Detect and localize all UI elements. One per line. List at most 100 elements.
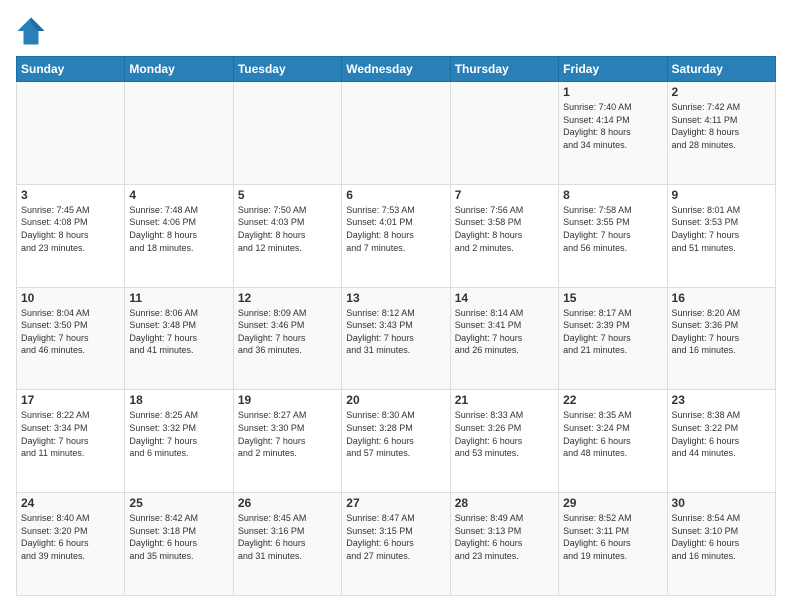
day-info: Sunrise: 7:53 AM Sunset: 4:01 PM Dayligh… [346, 204, 445, 254]
day-number: 25 [129, 496, 228, 510]
calendar-cell: 20 Sunrise: 8:30 AM Sunset: 3:28 PM Dayli… [342, 390, 450, 493]
calendar-week-2: 3Sunrise: 7:45 AM Sunset: 4:08 PM Daylig… [17, 184, 776, 287]
calendar-cell: 19 Sunrise: 8:27 AM Sunset: 3:30 PM Dayli… [233, 390, 341, 493]
day-info: Sunrise: 8:25 AM Sunset: 3:32 PM Dayligh… [129, 409, 228, 459]
day-number: 3 [21, 188, 120, 202]
day-number: 1 [563, 85, 662, 99]
day-info: Sunrise: 8:27 AM Sunset: 3:30 PM Dayligh… [238, 409, 337, 459]
day-info: Sunrise: 8:47 AM Sunset: 3:15 PM Dayligh… [346, 512, 445, 562]
day-number: 19 [238, 393, 337, 407]
calendar-cell: 1Sunrise: 7:40 AM Sunset: 4:14 PM Daylig… [559, 82, 667, 185]
day-number: 27 [346, 496, 445, 510]
day-info: Sunrise: 8:33 AM Sunset: 3:26 PM Dayligh… [455, 409, 554, 459]
day-number: 28 [455, 496, 554, 510]
calendar-cell: 23 Sunrise: 8:38 AM Sunset: 3:22 PM Dayli… [667, 390, 775, 493]
day-info: Sunrise: 8:30 AM Sunset: 3:28 PM Dayligh… [346, 409, 445, 459]
day-number: 16 [672, 291, 771, 305]
calendar-cell: 17 Sunrise: 8:22 AM Sunset: 3:34 PM Dayli… [17, 390, 125, 493]
day-info: Sunrise: 8:09 AM Sunset: 3:46 PM Dayligh… [238, 307, 337, 357]
calendar-week-1: 1Sunrise: 7:40 AM Sunset: 4:14 PM Daylig… [17, 82, 776, 185]
day-number: 22 [563, 393, 662, 407]
day-number: 30 [672, 496, 771, 510]
day-info: Sunrise: 8:01 AM Sunset: 3:53 PM Dayligh… [672, 204, 771, 254]
day-number: 2 [672, 85, 771, 99]
calendar-cell: 6 Sunrise: 7:53 AM Sunset: 4:01 PM Daylig… [342, 184, 450, 287]
calendar-cell: 3Sunrise: 7:45 AM Sunset: 4:08 PM Daylig… [17, 184, 125, 287]
calendar-header-monday: Monday [125, 57, 233, 82]
logo [16, 16, 50, 46]
day-number: 23 [672, 393, 771, 407]
header [16, 16, 776, 46]
day-info: Sunrise: 8:06 AM Sunset: 3:48 PM Dayligh… [129, 307, 228, 357]
calendar-cell: 18 Sunrise: 8:25 AM Sunset: 3:32 PM Dayli… [125, 390, 233, 493]
day-number: 21 [455, 393, 554, 407]
calendar-cell: 7 Sunrise: 7:56 AM Sunset: 3:58 PM Daylig… [450, 184, 558, 287]
day-info: Sunrise: 8:04 AM Sunset: 3:50 PM Dayligh… [21, 307, 120, 357]
calendar-table: SundayMondayTuesdayWednesdayThursdayFrid… [16, 56, 776, 596]
day-number: 18 [129, 393, 228, 407]
day-info: Sunrise: 8:49 AM Sunset: 3:13 PM Dayligh… [455, 512, 554, 562]
day-info: Sunrise: 8:54 AM Sunset: 3:10 PM Dayligh… [672, 512, 771, 562]
calendar-cell: 10Sunrise: 8:04 AM Sunset: 3:50 PM Dayli… [17, 287, 125, 390]
day-info: Sunrise: 7:56 AM Sunset: 3:58 PM Dayligh… [455, 204, 554, 254]
page: SundayMondayTuesdayWednesdayThursdayFrid… [0, 0, 792, 612]
day-number: 20 [346, 393, 445, 407]
calendar-cell [342, 82, 450, 185]
day-info: Sunrise: 8:45 AM Sunset: 3:16 PM Dayligh… [238, 512, 337, 562]
day-info: Sunrise: 7:48 AM Sunset: 4:06 PM Dayligh… [129, 204, 228, 254]
calendar-cell: 16 Sunrise: 8:20 AM Sunset: 3:36 PM Dayli… [667, 287, 775, 390]
calendar-header-saturday: Saturday [667, 57, 775, 82]
day-info: Sunrise: 8:42 AM Sunset: 3:18 PM Dayligh… [129, 512, 228, 562]
calendar-header-thursday: Thursday [450, 57, 558, 82]
calendar-header-row: SundayMondayTuesdayWednesdayThursdayFrid… [17, 57, 776, 82]
calendar-cell: 11 Sunrise: 8:06 AM Sunset: 3:48 PM Dayli… [125, 287, 233, 390]
calendar-cell: 12 Sunrise: 8:09 AM Sunset: 3:46 PM Dayli… [233, 287, 341, 390]
day-number: 4 [129, 188, 228, 202]
calendar-header-sunday: Sunday [17, 57, 125, 82]
calendar-cell: 5 Sunrise: 7:50 AM Sunset: 4:03 PM Daylig… [233, 184, 341, 287]
day-number: 24 [21, 496, 120, 510]
day-info: Sunrise: 8:52 AM Sunset: 3:11 PM Dayligh… [563, 512, 662, 562]
day-info: Sunrise: 8:14 AM Sunset: 3:41 PM Dayligh… [455, 307, 554, 357]
day-number: 8 [563, 188, 662, 202]
day-number: 7 [455, 188, 554, 202]
day-info: Sunrise: 8:22 AM Sunset: 3:34 PM Dayligh… [21, 409, 120, 459]
calendar-cell [125, 82, 233, 185]
day-number: 14 [455, 291, 554, 305]
day-number: 6 [346, 188, 445, 202]
calendar-cell: 13 Sunrise: 8:12 AM Sunset: 3:43 PM Dayli… [342, 287, 450, 390]
calendar-cell: 2 Sunrise: 7:42 AM Sunset: 4:11 PM Daylig… [667, 82, 775, 185]
calendar-cell: 26Sunrise: 8:45 AM Sunset: 3:16 PM Dayli… [233, 493, 341, 596]
calendar-cell [450, 82, 558, 185]
day-info: Sunrise: 8:17 AM Sunset: 3:39 PM Dayligh… [563, 307, 662, 357]
calendar-week-3: 10Sunrise: 8:04 AM Sunset: 3:50 PM Dayli… [17, 287, 776, 390]
calendar-cell [17, 82, 125, 185]
day-info: Sunrise: 7:50 AM Sunset: 4:03 PM Dayligh… [238, 204, 337, 254]
day-number: 13 [346, 291, 445, 305]
day-info: Sunrise: 8:20 AM Sunset: 3:36 PM Dayligh… [672, 307, 771, 357]
calendar-cell: 27 Sunrise: 8:47 AM Sunset: 3:15 PM Dayli… [342, 493, 450, 596]
calendar-header-wednesday: Wednesday [342, 57, 450, 82]
day-number: 11 [129, 291, 228, 305]
calendar-header-friday: Friday [559, 57, 667, 82]
day-info: Sunrise: 7:42 AM Sunset: 4:11 PM Dayligh… [672, 101, 771, 151]
day-number: 9 [672, 188, 771, 202]
calendar-week-4: 17 Sunrise: 8:22 AM Sunset: 3:34 PM Dayli… [17, 390, 776, 493]
logo-icon [16, 16, 46, 46]
day-number: 5 [238, 188, 337, 202]
day-info: Sunrise: 8:12 AM Sunset: 3:43 PM Dayligh… [346, 307, 445, 357]
calendar-cell: 4 Sunrise: 7:48 AM Sunset: 4:06 PM Daylig… [125, 184, 233, 287]
day-number: 15 [563, 291, 662, 305]
day-info: Sunrise: 8:38 AM Sunset: 3:22 PM Dayligh… [672, 409, 771, 459]
calendar-cell: 9 Sunrise: 8:01 AM Sunset: 3:53 PM Daylig… [667, 184, 775, 287]
calendar-cell: 21 Sunrise: 8:33 AM Sunset: 3:26 PM Dayli… [450, 390, 558, 493]
day-info: Sunrise: 8:40 AM Sunset: 3:20 PM Dayligh… [21, 512, 120, 562]
calendar-week-5: 24 Sunrise: 8:40 AM Sunset: 3:20 PM Dayli… [17, 493, 776, 596]
day-info: Sunrise: 7:58 AM Sunset: 3:55 PM Dayligh… [563, 204, 662, 254]
calendar-cell [233, 82, 341, 185]
calendar-cell: 22 Sunrise: 8:35 AM Sunset: 3:24 PM Dayli… [559, 390, 667, 493]
calendar-cell: 28 Sunrise: 8:49 AM Sunset: 3:13 PM Dayli… [450, 493, 558, 596]
day-number: 17 [21, 393, 120, 407]
day-info: Sunrise: 8:35 AM Sunset: 3:24 PM Dayligh… [563, 409, 662, 459]
day-number: 12 [238, 291, 337, 305]
